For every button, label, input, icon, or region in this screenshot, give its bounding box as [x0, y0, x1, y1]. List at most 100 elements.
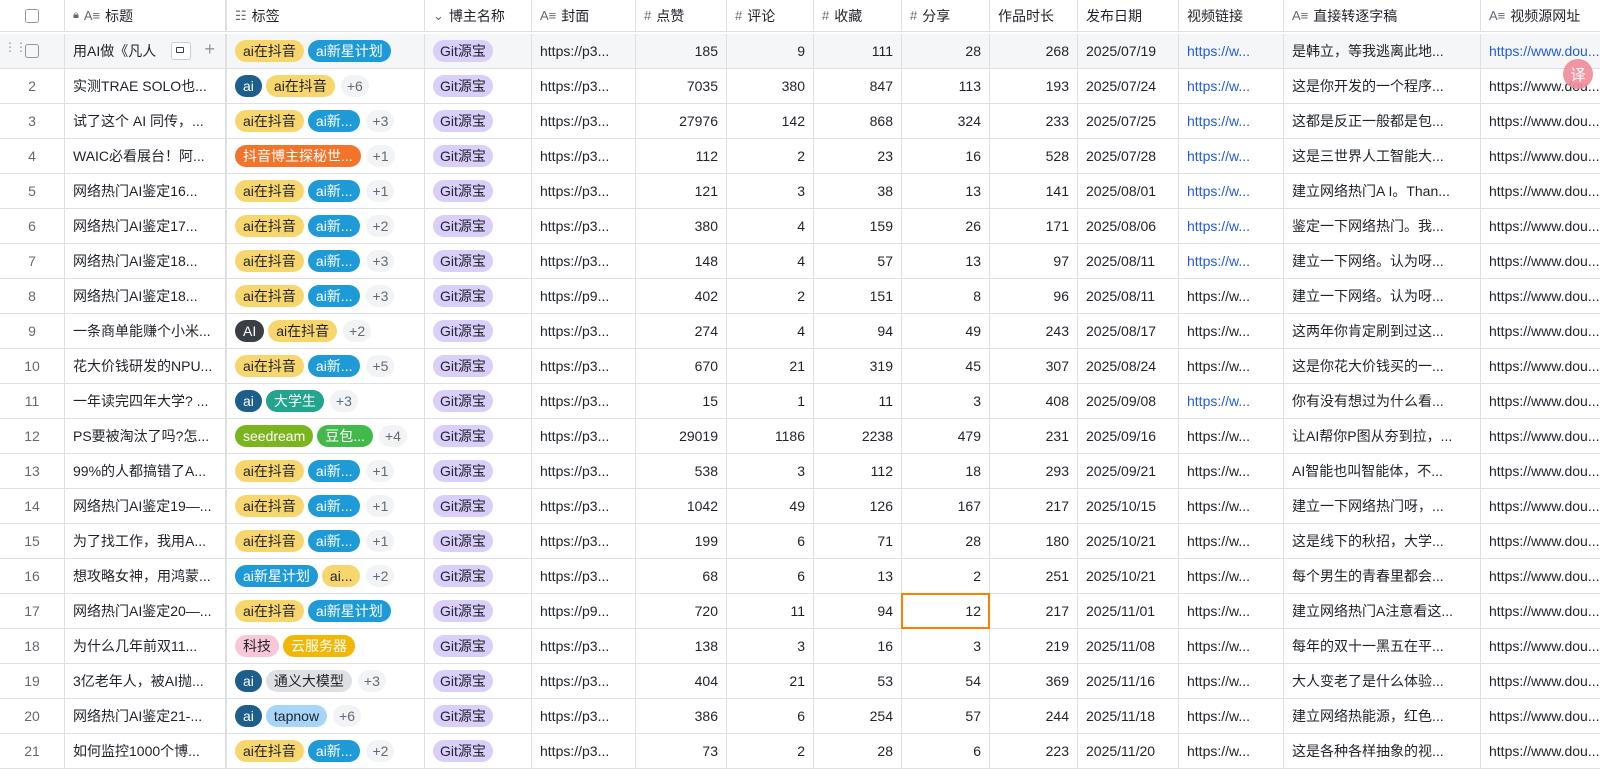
date-cell[interactable]: 2025/10/15 — [1078, 489, 1179, 524]
row-index-cell[interactable]: 5 — [0, 174, 65, 209]
transcript-cell[interactable]: 建立网络热能源，红色... — [1284, 699, 1481, 734]
author-cell[interactable]: Git源宝 — [425, 454, 532, 489]
duration-cell[interactable]: 217 — [990, 594, 1078, 629]
duration-cell[interactable]: 293 — [990, 454, 1078, 489]
row-index-cell[interactable]: 20 — [0, 699, 65, 734]
date-cell[interactable]: 2025/08/24 — [1078, 349, 1179, 384]
row-index-cell[interactable]: 15 — [0, 524, 65, 559]
cover-cell[interactable]: https://p3... — [532, 419, 636, 454]
tags-cell[interactable]: 抖音博主探秘世... +1 — [227, 139, 425, 174]
video-link-cell[interactable]: https://w... — [1179, 524, 1284, 559]
transcript-cell[interactable]: 大人变老了是什么体验... — [1284, 664, 1481, 699]
tags-cell[interactable]: ai新星计划 ai... +2 — [227, 559, 425, 594]
column-header-likes[interactable]: # 点赞 — [636, 0, 727, 32]
likes-cell[interactable]: 386 — [636, 699, 727, 734]
comments-cell[interactable]: 2 — [727, 139, 814, 174]
more-tags-count[interactable]: +1 — [366, 530, 395, 552]
tags-cell[interactable]: ai在抖音 ai新... +1 — [227, 524, 425, 559]
source-url-cell[interactable]: https://www.dou... — [1481, 384, 1600, 419]
date-cell[interactable]: 2025/08/06 — [1078, 209, 1179, 244]
cover-cell[interactable]: https://p3... — [532, 629, 636, 664]
source-url-cell[interactable]: https://www.dou... — [1481, 279, 1600, 314]
date-cell[interactable]: 2025/07/28 — [1078, 139, 1179, 174]
video-link-cell[interactable]: https://w... — [1179, 244, 1284, 279]
likes-cell[interactable]: 148 — [636, 244, 727, 279]
tags-cell[interactable]: seedream 豆包... +4 — [227, 419, 425, 454]
tags-cell[interactable]: ai在抖音 ai新... +2 — [227, 734, 425, 769]
author-cell[interactable]: Git源宝 — [425, 734, 532, 769]
title-cell[interactable]: 网络热门AI鉴定19—... — [65, 489, 227, 524]
video-link-cell[interactable]: https://w... — [1179, 559, 1284, 594]
comments-cell[interactable]: 2 — [727, 279, 814, 314]
video-link-cell[interactable]: https://w... — [1179, 174, 1284, 209]
expand-record-icon[interactable] — [171, 42, 191, 60]
video-link-cell[interactable]: https://w... — [1179, 699, 1284, 734]
favorites-cell[interactable]: 94 — [814, 594, 902, 629]
table-row[interactable]: 5 网络热门AI鉴定16... ai在抖音 ai新... +1 Git源宝 https://… — [0, 174, 1600, 209]
likes-cell[interactable]: 1042 — [636, 489, 727, 524]
drag-handle-icon[interactable]: ⋮⋮ — [4, 41, 27, 53]
author-cell[interactable]: Git源宝 — [425, 559, 532, 594]
likes-cell[interactable]: 199 — [636, 524, 727, 559]
likes-cell[interactable]: 68 — [636, 559, 727, 594]
table-row[interactable]: 8 网络热门AI鉴定18... ai在抖音 ai新... +3 Git源宝 https://… — [0, 279, 1600, 314]
shares-cell[interactable]: 28 — [902, 34, 990, 69]
column-header-tags[interactable]: ☷ 标签 — [227, 0, 425, 32]
favorites-cell[interactable]: 847 — [814, 69, 902, 104]
author-cell[interactable]: Git源宝 — [425, 384, 532, 419]
cover-cell[interactable]: https://p3... — [532, 489, 636, 524]
translate-icon[interactable]: 译 — [1563, 59, 1593, 89]
cover-cell[interactable]: https://p3... — [532, 314, 636, 349]
title-cell[interactable]: 网络热门AI鉴定17... — [65, 209, 227, 244]
title-cell[interactable]: 99%的人都搞错了A... — [65, 454, 227, 489]
comments-cell[interactable]: 1 — [727, 384, 814, 419]
tags-cell[interactable]: ai在抖音 ai新... +3 — [227, 244, 425, 279]
cover-cell[interactable]: https://p3... — [532, 349, 636, 384]
likes-cell[interactable]: 538 — [636, 454, 727, 489]
transcript-cell[interactable]: 这是各种各样抽象的视... — [1284, 734, 1481, 769]
title-cell[interactable]: 实测TRAE SOLO也... — [65, 69, 227, 104]
duration-cell[interactable]: 171 — [990, 209, 1078, 244]
column-header-author[interactable]: ⌄ 博主名称 — [425, 0, 532, 32]
table-row[interactable]: 6 网络热门AI鉴定17... ai在抖音 ai新... +2 Git源宝 https://… — [0, 209, 1600, 244]
likes-cell[interactable]: 27976 — [636, 104, 727, 139]
more-tags-count[interactable]: +6 — [340, 75, 369, 97]
video-link-cell[interactable]: https://w... — [1179, 594, 1284, 629]
source-url-cell[interactable]: https://www.dou... — [1481, 104, 1600, 139]
table-row[interactable]: 20 网络热门AI鉴定21-... ai tapnow +6 Git源宝 https://p… — [0, 699, 1600, 734]
cover-cell[interactable]: https://p9... — [532, 594, 636, 629]
more-tags-count[interactable]: +1 — [366, 180, 395, 202]
date-cell[interactable]: 2025/08/17 — [1078, 314, 1179, 349]
author-cell[interactable]: Git源宝 — [425, 629, 532, 664]
date-cell[interactable]: 2025/09/21 — [1078, 454, 1179, 489]
row-index-cell[interactable]: 19 — [0, 664, 65, 699]
cover-cell[interactable]: https://p3... — [532, 209, 636, 244]
transcript-cell[interactable]: 鉴定一下网络热门。我... — [1284, 209, 1481, 244]
author-cell[interactable]: Git源宝 — [425, 419, 532, 454]
row-index-cell[interactable]: 2 — [0, 69, 65, 104]
duration-cell[interactable]: 243 — [990, 314, 1078, 349]
tags-cell[interactable]: ai在抖音 ai新... +3 — [227, 104, 425, 139]
cover-cell[interactable]: https://p9... — [532, 279, 636, 314]
source-url-cell[interactable]: https://www.dou... — [1481, 244, 1600, 279]
table-row[interactable]: 4 WAIC必看展台！阿... 抖音博主探秘世... +1 Git源宝 https://p… — [0, 139, 1600, 174]
shares-cell[interactable]: 26 — [902, 209, 990, 244]
shares-cell[interactable]: 49 — [902, 314, 990, 349]
more-tags-count[interactable]: +3 — [366, 250, 395, 272]
author-cell[interactable]: Git源宝 — [425, 349, 532, 384]
video-link-cell[interactable]: https://w... — [1179, 419, 1284, 454]
date-cell[interactable]: 2025/08/01 — [1078, 174, 1179, 209]
author-cell[interactable]: Git源宝 — [425, 314, 532, 349]
comments-cell[interactable]: 3 — [727, 454, 814, 489]
duration-cell[interactable]: 268 — [990, 34, 1078, 69]
row-index-cell[interactable]: 11 — [0, 384, 65, 419]
video-link-cell[interactable]: https://w... — [1179, 384, 1284, 419]
shares-cell[interactable]: 3 — [902, 384, 990, 419]
duration-cell[interactable]: 251 — [990, 559, 1078, 594]
transcript-cell[interactable]: AI智能也叫智能体，不... — [1284, 454, 1481, 489]
favorites-cell[interactable]: 111 — [814, 34, 902, 69]
date-cell[interactable]: 2025/11/16 — [1078, 664, 1179, 699]
comments-cell[interactable]: 21 — [727, 349, 814, 384]
comments-cell[interactable]: 49 — [727, 489, 814, 524]
favorites-cell[interactable]: 94 — [814, 314, 902, 349]
